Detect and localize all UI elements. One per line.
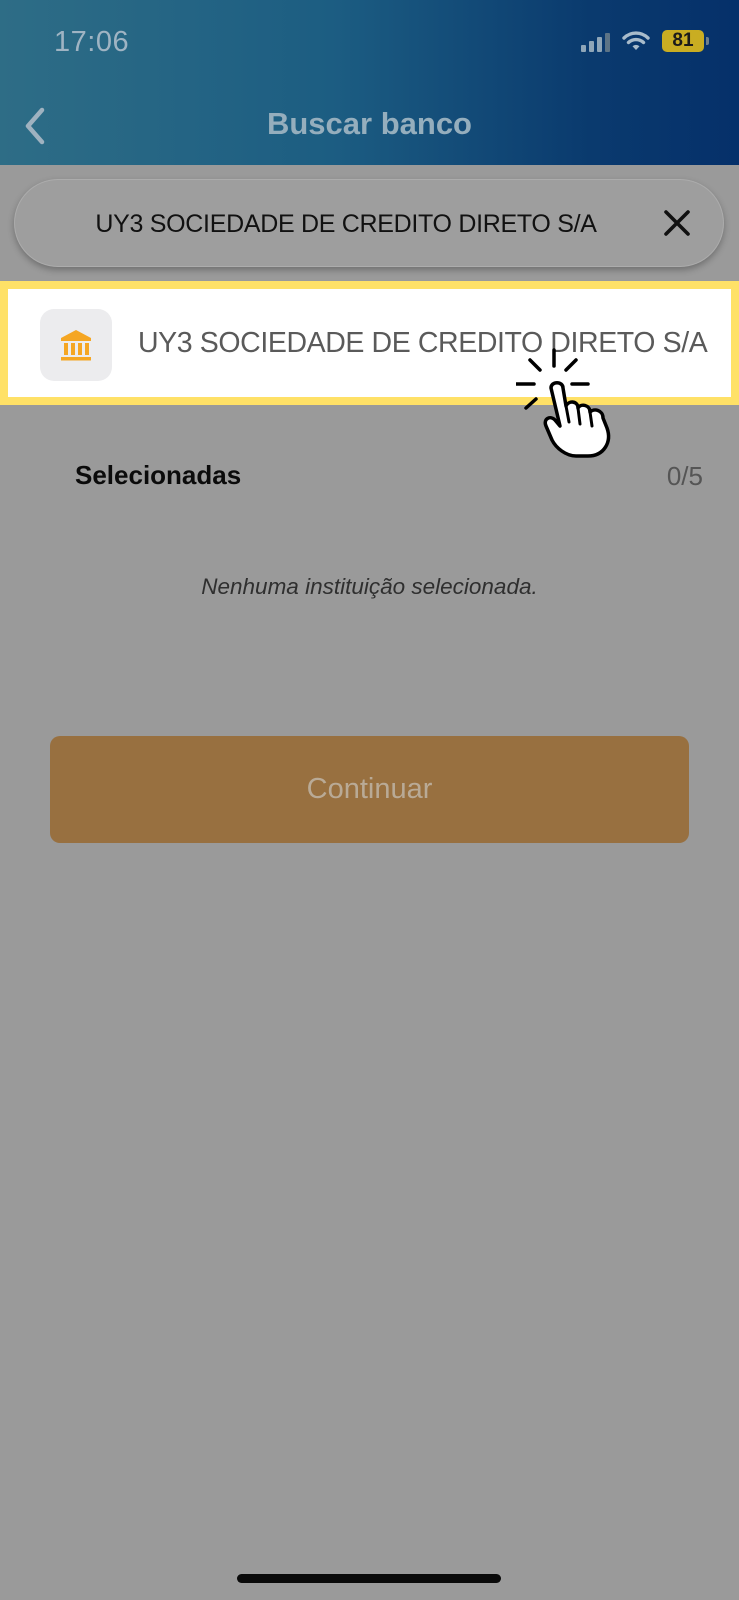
selected-section-title: Selecionadas: [75, 460, 242, 490]
status-time: 17:06: [54, 26, 130, 58]
close-icon: [664, 210, 690, 236]
selected-count: 0/5: [666, 461, 703, 491]
tap-gesture-icon: [516, 348, 611, 458]
wifi-icon: [622, 31, 650, 50]
cellular-signal-icon: [581, 30, 610, 52]
search-result-highlight: UY3 SOCIEDADE DE CREDITO DIRETO S/A: [0, 281, 739, 405]
continue-button[interactable]: Continuar: [50, 736, 689, 843]
clear-search-button[interactable]: [660, 206, 694, 240]
bank-icon-tile: [40, 309, 112, 381]
page-title: Buscar banco: [266, 106, 472, 141]
app-header: 17:06 81 Buscar banco: [0, 0, 739, 165]
status-icons: 81: [581, 30, 709, 52]
bank-icon: [61, 330, 91, 361]
home-indicator: [237, 1574, 501, 1583]
search-box: [14, 179, 724, 269]
empty-selection-message: Nenhuma instituição selecionada.: [201, 574, 538, 599]
battery-level: 81: [662, 30, 704, 52]
search-input[interactable]: [44, 179, 648, 269]
battery-icon: 81: [662, 30, 709, 52]
